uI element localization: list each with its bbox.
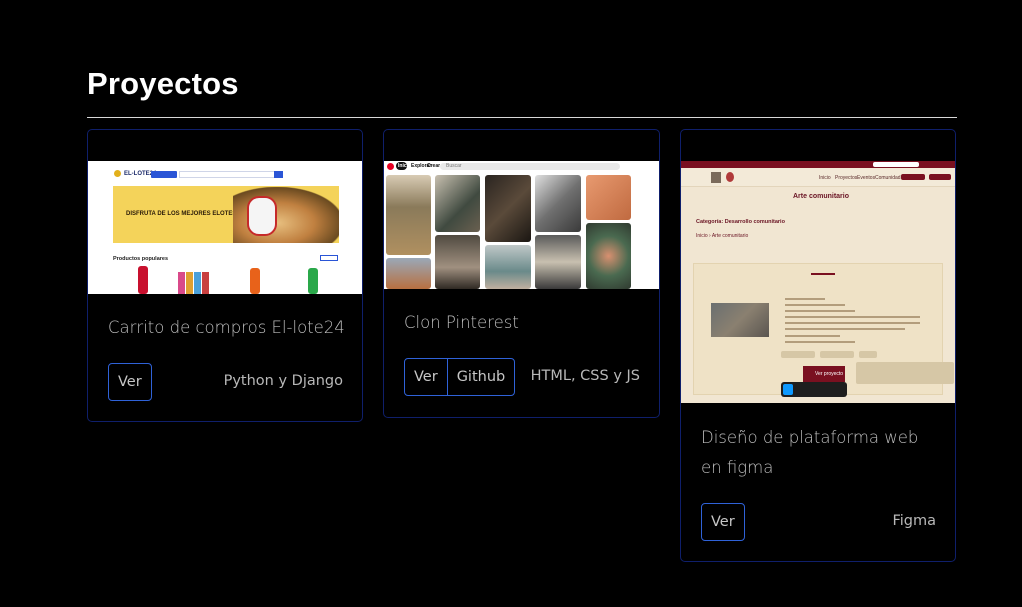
search-icon: [274, 171, 283, 178]
project-card-pinterest: Inicio Explorar Crear Buscar Clon Pinter…: [383, 129, 660, 418]
preview-nav-button: [901, 174, 925, 180]
project-preview-image[interactable]: EL-LOTE24 DISFRUTA DE LOS MEJORES ELOTES…: [88, 161, 362, 294]
preview-category: Categoría: Desarrollo comunitario: [696, 219, 785, 225]
view-button[interactable]: Ver: [404, 358, 448, 396]
section-divider: [87, 117, 957, 118]
nav-home: Inicio: [398, 163, 412, 169]
pin-image: [586, 223, 631, 289]
text-line: [785, 335, 840, 337]
pin-image: [485, 175, 531, 242]
preview-photo: [711, 303, 769, 337]
preview-search: [179, 171, 283, 178]
preview-banner-text: DISFRUTA DE LOS MEJORES ELOTES: [126, 211, 237, 217]
preview-search: [873, 162, 919, 167]
project-actions: Ver: [108, 363, 152, 401]
project-tech: Python y Django: [223, 373, 343, 389]
pin-image: [586, 175, 631, 220]
preview-category-button: [151, 171, 177, 178]
preview-see-all: [320, 255, 338, 261]
pin-image: [535, 175, 581, 232]
text-line: [785, 328, 905, 330]
text-line: [785, 310, 855, 312]
preview-nav-item: Eventos: [857, 175, 876, 181]
project-title-line: Clon Pinterest: [404, 313, 519, 332]
github-button[interactable]: Github: [446, 358, 516, 396]
view-button[interactable]: Ver: [701, 503, 745, 541]
logo-icon: [726, 172, 734, 182]
pin-image: [435, 235, 480, 289]
preview-nav-item: Inicio: [819, 175, 831, 181]
logo-icon: [711, 172, 721, 183]
preview-section-title: Productos populares: [113, 256, 169, 262]
preview-nav-button: [929, 174, 951, 180]
preview-search-text: Buscar: [446, 163, 462, 169]
preview-hero-title: Arte comunitario: [793, 193, 850, 200]
project-title: Diseño de plataforma web en figma: [701, 423, 918, 483]
view-button[interactable]: Ver: [108, 363, 152, 401]
preview-tab-indicator: [811, 273, 835, 275]
project-card-figma: Inicio Proyectos Eventos Comunidad Arte …: [680, 129, 956, 562]
move-tool-icon: [783, 384, 793, 395]
pin-image: [485, 245, 531, 289]
nav-create: Crear: [427, 163, 441, 169]
text-line: [785, 304, 845, 306]
preview-nav-item: Comunidad: [875, 175, 901, 181]
project-actions: Ver Github: [404, 358, 516, 396]
section-title: Proyectos: [87, 66, 239, 101]
text-line: [785, 316, 920, 318]
project-title-line: en figma: [701, 458, 774, 477]
project-tech: HTML, CSS y JS: [530, 368, 640, 384]
product-image: [296, 266, 332, 294]
preview-search: [440, 163, 620, 170]
product-image: [126, 266, 162, 294]
logo-icon: [114, 170, 121, 177]
pin-image: [386, 175, 431, 255]
project-title-line: Carrito de compros El-lote24: [108, 318, 345, 337]
project-preview-image[interactable]: Inicio Proyectos Eventos Comunidad Arte …: [681, 161, 955, 403]
pin-image: [435, 175, 480, 232]
project-card-ellote24: EL-LOTE24 DISFRUTA DE LOS MEJORES ELOTES…: [87, 129, 363, 422]
preview-chip: [820, 351, 854, 358]
pin-image: [535, 235, 581, 289]
preview-share-panel: [856, 362, 954, 384]
text-line: [785, 298, 825, 300]
project-title: Clon Pinterest: [404, 308, 519, 338]
project-title: Carrito de compros El-lote24: [108, 313, 345, 343]
project-actions: Ver: [701, 503, 745, 541]
preview-chip: [859, 351, 877, 358]
product-image: [176, 266, 212, 294]
project-tech: Figma: [892, 513, 936, 529]
preview-banner: DISFRUTA DE LOS MEJORES ELOTES: [113, 186, 339, 243]
product-image: [238, 266, 274, 294]
preview-cta-label: Ver proyecto: [815, 371, 844, 377]
preview-chip: [781, 351, 815, 358]
preview-breadcrumb: Inicio › Arte comunitario: [696, 233, 749, 239]
pinterest-logo-icon: [387, 163, 394, 170]
project-title-line: Diseño de plataforma web: [701, 428, 919, 447]
project-preview-image[interactable]: Inicio Explorar Crear Buscar: [384, 161, 659, 289]
pin-image: [386, 258, 431, 289]
text-line: [785, 322, 920, 324]
preview-nav-item: Proyectos: [835, 175, 858, 181]
mascot-image: [247, 196, 277, 236]
text-line: [785, 341, 855, 343]
